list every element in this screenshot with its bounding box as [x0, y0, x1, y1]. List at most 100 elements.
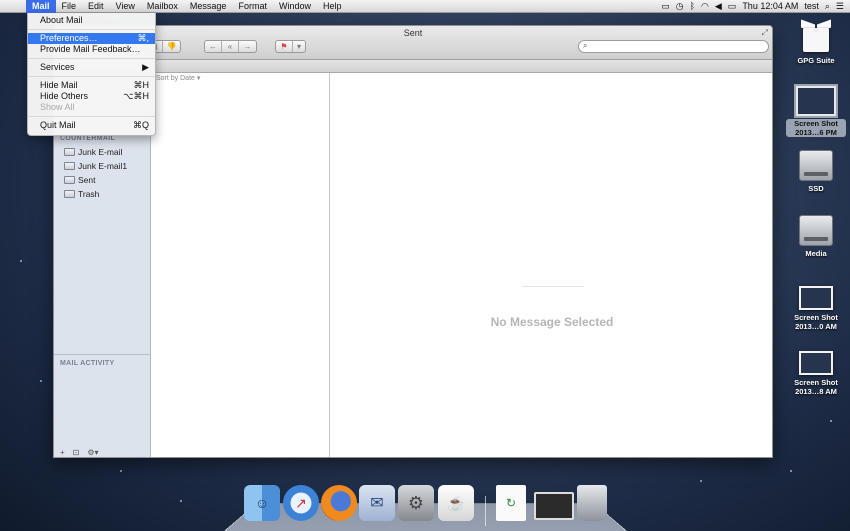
dock-separator — [485, 496, 486, 526]
mail-activity-header: MAIL ACTIVITY — [60, 360, 115, 367]
menu-item-label: Provide Mail Feedback… — [40, 44, 141, 54]
desktop-icon-label: Screen Shot 2013…8 AM — [794, 378, 838, 396]
menu-item-services[interactable]: Services ▶ — [28, 62, 155, 73]
screenshot-icon — [799, 351, 833, 375]
fullscreen-icon[interactable]: ⤢ — [762, 28, 768, 38]
menu-mail[interactable]: Mail — [26, 0, 56, 13]
menu-item-label: Show All — [40, 102, 75, 112]
menu-edit[interactable]: Edit — [82, 0, 110, 13]
account-header[interactable]: COUNTERMAIL — [60, 135, 115, 142]
menu-item-label: About Mail — [40, 15, 83, 25]
bluetooth-icon[interactable]: ᛒ — [690, 1, 695, 11]
desktop-icon-label: SSD — [808, 184, 824, 193]
desktop-icon-screenshot-2[interactable]: Screen Shot 2013…0 AM — [786, 286, 846, 331]
battery-icon[interactable]: ▭ — [728, 1, 737, 12]
menu-item-label: Hide Others — [40, 91, 89, 101]
menu-item-label: Quit Mail — [40, 120, 76, 130]
menu-separator — [28, 29, 155, 30]
search-icon: ⌕ — [583, 41, 588, 50]
menu-item-feedback[interactable]: Provide Mail Feedback… — [28, 44, 155, 55]
screenshot-icon — [794, 84, 838, 118]
gear-icon[interactable]: ⚙▾ — [87, 448, 98, 457]
trash-icon[interactable] — [577, 485, 607, 521]
safari-icon[interactable]: ↗ — [283, 485, 319, 521]
junk-icon[interactable]: 👎 — [163, 41, 180, 52]
desktop-icon-screenshot-3[interactable]: Screen Shot 2013…8 AM — [786, 351, 846, 396]
sidebar-bottom-bar: + ⊡ ⚙▾ — [54, 445, 151, 457]
menu-item-quit[interactable]: Quit Mail ⌘Q — [28, 120, 155, 131]
sidebar-item-sent[interactable]: Sent — [64, 174, 96, 186]
flag-group: ⚑ ▾ — [275, 40, 306, 53]
menu-item-hide-others[interactable]: Hide Others ⌥⌘H — [28, 91, 155, 102]
system-preferences-icon[interactable]: ⚙ — [398, 485, 434, 521]
menu-mailbox[interactable]: Mailbox — [141, 0, 184, 13]
menu-clock[interactable]: Thu 12:04 AM — [742, 1, 798, 11]
time-machine-icon[interactable]: ◷ — [676, 1, 684, 12]
reply-group: ← « → — [204, 40, 257, 53]
menu-user[interactable]: test — [804, 1, 819, 11]
menu-view[interactable]: View — [110, 0, 141, 13]
menu-window[interactable]: Window — [273, 0, 317, 13]
sidebar-item-trash[interactable]: Trash — [64, 188, 99, 200]
reply-all-icon[interactable]: « — [222, 41, 239, 52]
menu-file[interactable]: File — [56, 0, 83, 13]
reply-icon[interactable]: ← — [205, 41, 222, 52]
no-message-label: No Message Selected — [490, 315, 614, 329]
divider — [522, 286, 584, 287]
folder-icon — [64, 176, 75, 184]
sidebar-item-label: Junk E-mail1 — [78, 161, 128, 171]
menu-separator — [28, 58, 155, 59]
message-list[interactable]: Sort by Date ▾ — [151, 73, 330, 457]
volume-icon[interactable]: ◀ — [715, 1, 722, 12]
message-viewer: No Message Selected — [330, 73, 772, 457]
java-icon[interactable]: ☕ — [438, 485, 474, 521]
desktop-icon-media[interactable]: Media — [786, 215, 846, 258]
menu-message[interactable]: Message — [184, 0, 233, 13]
desktop-icon-label: Media — [805, 249, 827, 258]
sidebar-item-label: Trash — [78, 189, 100, 199]
finder-icon[interactable]: ☺ — [244, 485, 280, 521]
flag-icon[interactable]: ⚑ — [276, 41, 293, 52]
mail-icon[interactable]: ✉ — [359, 485, 395, 521]
firefox-icon[interactable] — [321, 485, 357, 521]
show-activity-button[interactable]: ⊡ — [73, 448, 80, 457]
sidebar-item-junk-email[interactable]: Junk E-mail — [64, 146, 122, 158]
list-icon[interactable]: ☰ — [836, 1, 844, 12]
status-area: ▭ ◷ ᛒ ◠ ◀ ▭ Thu 12:04 AM test ⌕ ☰ — [661, 1, 850, 12]
document-icon[interactable]: ↻ — [496, 485, 526, 521]
menu-item-hide-mail[interactable]: Hide Mail ⌘H — [28, 80, 155, 91]
folder-icon — [64, 190, 75, 198]
menu-format[interactable]: Format — [232, 0, 273, 13]
menu-item-show-all: Show All — [28, 102, 155, 113]
chevron-down-icon[interactable]: ▾ — [293, 41, 305, 52]
add-mailbox-button[interactable]: + — [60, 448, 65, 457]
menu-item-label: Hide Mail — [40, 80, 78, 90]
menu-item-shortcut: ⌘, — [137, 33, 149, 43]
menu-item-shortcut: ⌘H — [133, 80, 150, 90]
desktop-icon-label: GPG Suite — [797, 56, 835, 65]
desktop-icon-ssd[interactable]: SSD — [786, 150, 846, 193]
window-toolbar: Sent ⤢ ▤ 👎 ← « → ⚑ ▾ ⌕ — [54, 26, 772, 60]
sidebar-item-junk-email1[interactable]: Junk E-mail1 — [64, 160, 127, 172]
menu-help[interactable]: Help — [317, 0, 348, 13]
desktop-icon-screenshot-1[interactable]: Screen Shot 2013…6 PM — [786, 84, 846, 137]
menu-item-about[interactable]: About Mail — [28, 15, 155, 26]
desktop-icon-gpg-suite[interactable]: GPG Suite — [786, 19, 846, 65]
hard-drive-icon — [799, 215, 833, 246]
search-icon[interactable]: ⌕ — [825, 1, 830, 12]
menu-item-shortcut: ⌘Q — [132, 120, 149, 130]
menu-item-preferences[interactable]: Preferences… ⌘, — [28, 33, 155, 44]
sort-by-date-button[interactable]: Sort by Date ▾ — [156, 74, 200, 82]
gpg-suite-icon — [799, 19, 833, 54]
window-icon[interactable] — [534, 492, 574, 520]
desktop-icon-label: Screen Shot 2013…6 PM — [786, 119, 846, 137]
sidebar-item-label: Sent — [78, 175, 96, 185]
airplay-icon[interactable]: ▭ — [661, 1, 670, 12]
window-title: Sent — [403, 28, 423, 38]
sidebar-item-label: Junk E-mail — [78, 147, 123, 157]
desktop-icon-label: Screen Shot 2013…0 AM — [794, 313, 838, 331]
activity-divider[interactable] — [54, 354, 151, 355]
search-input[interactable] — [578, 40, 769, 53]
forward-icon[interactable]: → — [239, 41, 256, 52]
wifi-icon[interactable]: ◠ — [701, 1, 709, 12]
